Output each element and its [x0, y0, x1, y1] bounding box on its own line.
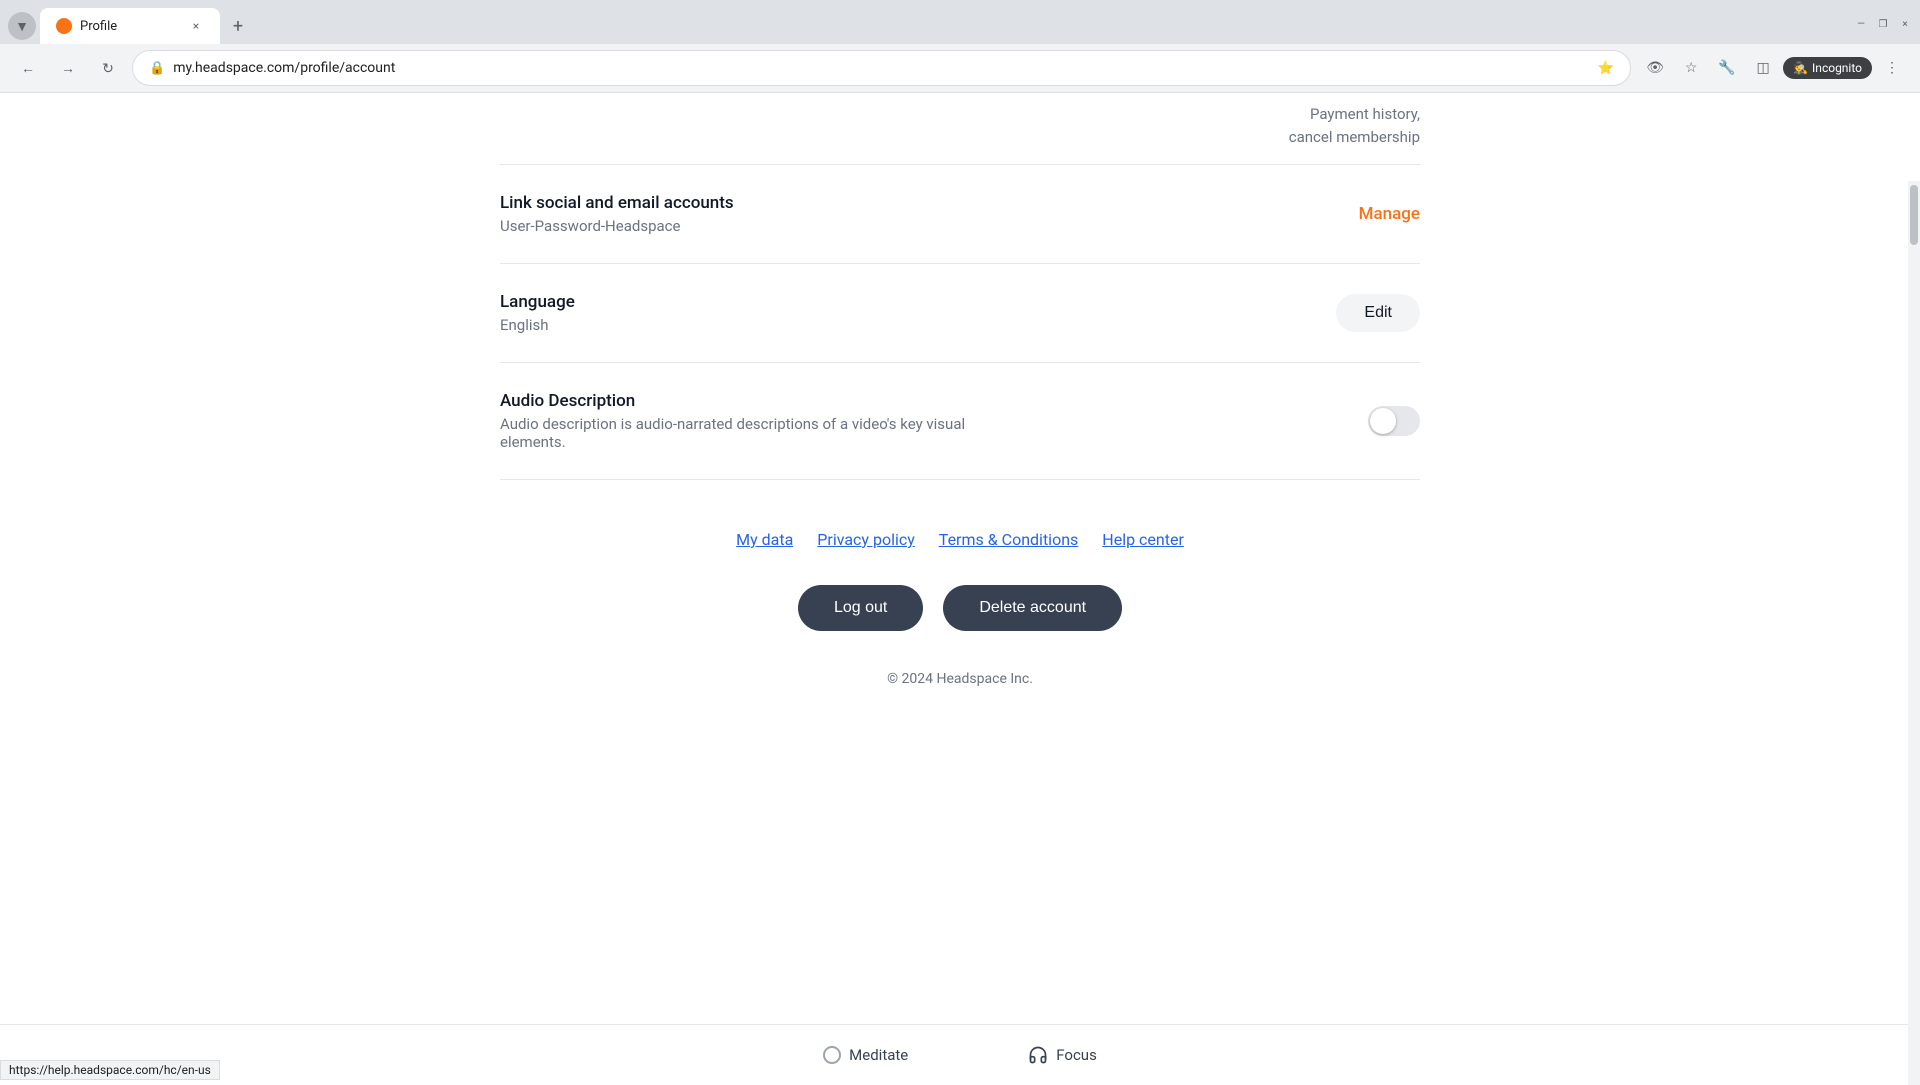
- window-controls: — ❐ ×: [1854, 17, 1912, 35]
- forward-button[interactable]: →: [52, 52, 84, 84]
- sidebar-icon[interactable]: ◫: [1747, 52, 1779, 84]
- main-content: Payment history, cancel membership Link …: [480, 93, 1440, 757]
- tab-close-button[interactable]: ×: [188, 18, 204, 34]
- incognito-badge: 🕵️ Incognito: [1783, 57, 1872, 79]
- payment-history-text: Payment history, cancel membership: [500, 103, 1420, 148]
- close-button[interactable]: ×: [1898, 17, 1912, 31]
- tab-title: Profile: [80, 19, 180, 34]
- logout-button[interactable]: Log out: [798, 585, 923, 631]
- focus-nav-item[interactable]: Focus: [1028, 1045, 1097, 1065]
- status-bar: https://help.headspace.com/hc/en-us: [0, 1060, 220, 1080]
- footer-links: My data Privacy policy Terms & Condition…: [500, 530, 1420, 549]
- terms-conditions-link[interactable]: Terms & Conditions: [939, 530, 1079, 549]
- tab-favicon: [56, 18, 72, 34]
- audio-description-info: Audio Description Audio description is a…: [500, 391, 1368, 451]
- toggle-thumb: [1370, 408, 1396, 434]
- social-accounts-sublabel: User-Password-Headspace: [500, 217, 1359, 235]
- active-tab[interactable]: Profile ×: [40, 8, 220, 44]
- focus-headphones-icon: [1028, 1045, 1048, 1065]
- toggle-track: [1368, 406, 1420, 436]
- language-row: Language English Edit: [500, 264, 1420, 363]
- tab-bar: ▼ Profile × + — ❐ ×: [0, 0, 1920, 44]
- language-edit-button[interactable]: Edit: [1336, 294, 1420, 332]
- audio-description-row: Audio Description Audio description is a…: [500, 363, 1420, 480]
- language-info: Language English: [500, 292, 1336, 334]
- back-button[interactable]: ←: [12, 52, 44, 84]
- address-text: my.headspace.com/profile/account: [173, 60, 1590, 76]
- action-buttons: Log out Delete account: [500, 585, 1420, 631]
- status-url: https://help.headspace.com/hc/en-us: [9, 1063, 211, 1077]
- new-tab-button[interactable]: +: [224, 12, 252, 40]
- bookmark-icon[interactable]: ☆: [1675, 52, 1707, 84]
- extensions-icon[interactable]: 🔧: [1711, 52, 1743, 84]
- language-sublabel: English: [500, 316, 1336, 334]
- scrollbar[interactable]: [1908, 181, 1920, 1085]
- address-bar-row: ← → ↻ 🔒 my.headspace.com/profile/account…: [0, 44, 1920, 92]
- meditate-nav-item[interactable]: Meditate: [823, 1045, 908, 1065]
- audio-description-toggle[interactable]: [1368, 406, 1420, 436]
- footer-section: My data Privacy policy Terms & Condition…: [500, 480, 1420, 757]
- my-data-link[interactable]: My data: [736, 530, 793, 549]
- refresh-button[interactable]: ↻: [92, 52, 124, 84]
- delete-account-button[interactable]: Delete account: [943, 585, 1122, 631]
- language-label: Language: [500, 292, 1336, 312]
- meditate-nav-label: Meditate: [849, 1046, 908, 1064]
- page-content: Payment history, cancel membership Link …: [0, 93, 1920, 1085]
- browser-actions: 👁 ☆ 🔧 ◫ 🕵️ Incognito ⋮: [1639, 52, 1908, 84]
- eye-slash-icon: 👁: [1639, 52, 1671, 84]
- tab-list-dropdown[interactable]: ▼: [8, 12, 36, 40]
- social-accounts-label: Link social and email accounts: [500, 193, 1359, 213]
- focus-nav-label: Focus: [1056, 1046, 1097, 1064]
- social-accounts-info: Link social and email accounts User-Pass…: [500, 193, 1359, 235]
- bottom-navigation: Meditate Focus: [0, 1024, 1920, 1085]
- social-accounts-row: Link social and email accounts User-Pass…: [500, 165, 1420, 264]
- audio-description-label: Audio Description: [500, 391, 1368, 411]
- privacy-policy-link[interactable]: Privacy policy: [817, 530, 915, 549]
- more-options-icon[interactable]: ⋮: [1876, 52, 1908, 84]
- top-partial-section: Payment history, cancel membership: [500, 93, 1420, 165]
- scrollbar-thumb[interactable]: [1910, 185, 1918, 245]
- address-bar[interactable]: 🔒 my.headspace.com/profile/account ⭐: [132, 50, 1631, 86]
- minimize-button[interactable]: —: [1854, 17, 1868, 31]
- help-center-link[interactable]: Help center: [1102, 530, 1184, 549]
- incognito-label: Incognito: [1812, 61, 1862, 75]
- copyright-text: © 2024 Headspace Inc.: [500, 671, 1420, 687]
- audio-description-sublabel: Audio description is audio-narrated desc…: [500, 415, 980, 451]
- meditate-radio-icon: [823, 1046, 841, 1064]
- manage-link[interactable]: Manage: [1359, 204, 1420, 224]
- maximize-button[interactable]: ❐: [1876, 17, 1890, 31]
- browser-frame: ▼ Profile × + — ❐ × ← → ↻ 🔒 my.headspace…: [0, 0, 1920, 93]
